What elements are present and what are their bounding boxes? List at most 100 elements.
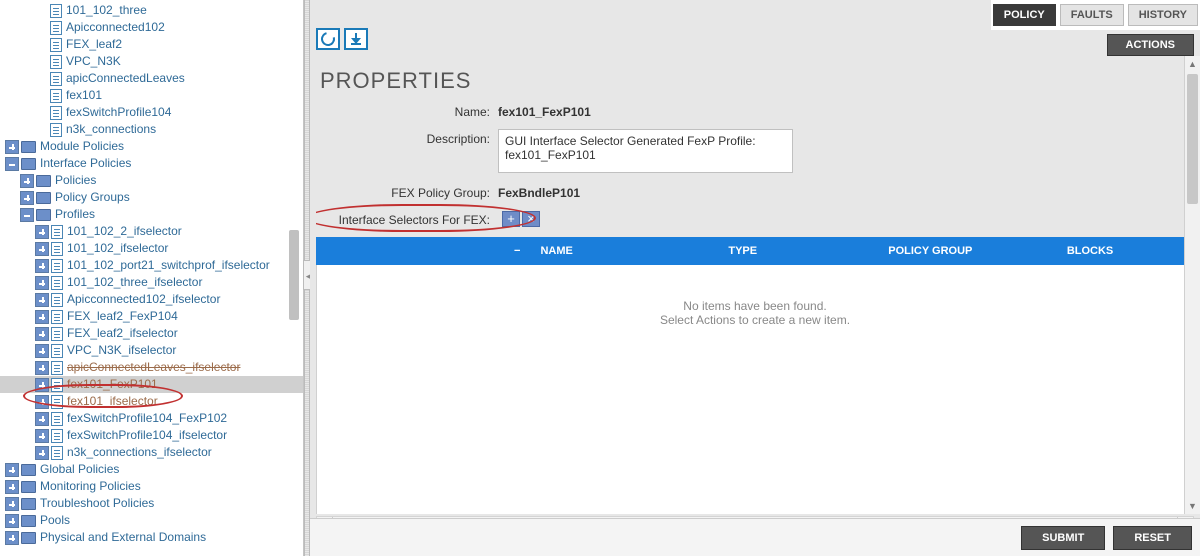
expand-toggle-icon[interactable]	[35, 276, 49, 290]
expand-toggle-icon[interactable]	[5, 514, 19, 528]
actions-button[interactable]: ACTIONS	[1107, 34, 1195, 56]
tree-item[interactable]: 101_102_2_ifselector	[0, 223, 303, 240]
tab-faults[interactable]: FAULTS	[1060, 4, 1124, 26]
tab-policy[interactable]: POLICY	[993, 4, 1056, 26]
tree-item[interactable]: fexSwitchProfile104	[0, 104, 303, 121]
collapse-icon[interactable]: −	[514, 245, 520, 257]
add-selector-button[interactable]: +	[502, 211, 520, 227]
tree-item[interactable]: 101_102_three	[0, 2, 303, 19]
tree-item[interactable]: 101_102_ifselector	[0, 240, 303, 257]
col-name[interactable]: NAME	[526, 245, 714, 257]
expand-toggle-icon[interactable]	[35, 259, 49, 273]
tree-item[interactable]: fex101_ifselector	[0, 393, 303, 410]
expand-toggle-icon[interactable]	[20, 174, 34, 188]
expand-toggle-icon[interactable]	[35, 310, 49, 324]
tree-item[interactable]: Troubleshoot Policies	[0, 495, 303, 512]
tree-item[interactable]: fex101_FexP101	[0, 376, 303, 393]
properties-form: Name: fex101_FexP101 Description: FEX Po…	[316, 102, 1194, 514]
tree-item[interactable]: fexSwitchProfile104_ifselector	[0, 427, 303, 444]
expand-toggle-icon[interactable]	[35, 344, 49, 358]
tree-item[interactable]: fexSwitchProfile104_FexP102	[0, 410, 303, 427]
collapse-toggle-icon[interactable]	[5, 157, 19, 171]
reset-button[interactable]: RESET	[1113, 526, 1192, 550]
tree-item-label: Monitoring Policies	[40, 478, 141, 495]
document-icon	[51, 225, 63, 239]
tree-item[interactable]: apicConnectedLeaves	[0, 70, 303, 87]
sidebar-scrollbar[interactable]	[287, 0, 301, 556]
expand-toggle-icon[interactable]	[5, 497, 19, 511]
tree-item[interactable]: Apicconnected102	[0, 19, 303, 36]
tree-item[interactable]: 101_102_three_ifselector	[0, 274, 303, 291]
grid-empty-line2: Select Actions to create a new item.	[660, 313, 850, 327]
expand-toggle-icon[interactable]	[35, 446, 49, 460]
document-icon	[50, 106, 62, 120]
expand-toggle-icon[interactable]	[5, 140, 19, 154]
tree-item[interactable]: FEX_leaf2_FexP104	[0, 308, 303, 325]
tree-item[interactable]: 101_102_port21_switchprof_ifselector	[0, 257, 303, 274]
tree-item[interactable]: FEX_leaf2	[0, 36, 303, 53]
expand-toggle-icon[interactable]	[35, 429, 49, 443]
scroll-up-icon[interactable]: ▲	[1185, 56, 1200, 72]
document-icon	[50, 55, 62, 69]
expand-toggle-icon[interactable]	[35, 242, 49, 256]
tree-item-label: 101_102_ifselector	[67, 240, 168, 257]
expand-toggle-icon[interactable]	[35, 225, 49, 239]
col-type[interactable]: TYPE	[714, 245, 874, 257]
document-icon	[51, 429, 63, 443]
expand-toggle-icon[interactable]	[35, 361, 49, 375]
tree-item[interactable]: Apicconnected102_ifselector	[0, 291, 303, 308]
expand-toggle-icon[interactable]	[5, 531, 19, 545]
col-blocks[interactable]: BLOCKS	[1053, 245, 1194, 257]
tree-item-label: fexSwitchProfile104	[66, 104, 171, 121]
tree-item[interactable]: Global Policies	[0, 461, 303, 478]
tree-item-label: Apicconnected102	[66, 19, 165, 36]
tree-item[interactable]: Pools	[0, 512, 303, 529]
tree-item[interactable]: Module Policies	[0, 138, 303, 155]
expand-toggle-icon[interactable]	[35, 412, 49, 426]
document-icon	[51, 327, 63, 341]
tree-item[interactable]: Physical and External Domains	[0, 529, 303, 546]
document-icon	[50, 89, 62, 103]
expand-toggle-icon[interactable]	[35, 395, 49, 409]
tree-item[interactable]: Monitoring Policies	[0, 478, 303, 495]
tree-item-label: 101_102_2_ifselector	[67, 223, 182, 240]
tree-item-label: 101_102_three_ifselector	[67, 274, 202, 291]
tree-item[interactable]: n3k_connections	[0, 121, 303, 138]
main-vscrollbar[interactable]: ▲ ▼	[1184, 56, 1200, 514]
tree-item[interactable]: FEX_leaf2_ifselector	[0, 325, 303, 342]
tree-item[interactable]: n3k_connections_ifselector	[0, 444, 303, 461]
tree-item-label: FEX_leaf2_ifselector	[67, 325, 178, 342]
expand-toggle-icon[interactable]	[35, 327, 49, 341]
collapse-toggle-icon[interactable]	[20, 208, 34, 222]
expand-toggle-icon[interactable]	[35, 293, 49, 307]
tree-item-label: fexSwitchProfile104_ifselector	[67, 427, 227, 444]
tree-item-label: apicConnectedLeaves	[66, 70, 185, 87]
remove-selector-button[interactable]: ×	[522, 211, 540, 227]
folder-icon	[36, 175, 51, 187]
tree-item[interactable]: Interface Policies	[0, 155, 303, 172]
document-icon	[51, 378, 63, 392]
tree-item[interactable]: Policy Groups	[0, 189, 303, 206]
expand-toggle-icon[interactable]	[5, 463, 19, 477]
expand-toggle-icon[interactable]	[20, 191, 34, 205]
tree-item[interactable]: VPC_N3K	[0, 53, 303, 70]
scroll-down-icon[interactable]: ▼	[1185, 498, 1200, 514]
expand-toggle-icon[interactable]	[5, 480, 19, 494]
tree-item[interactable]: fex101	[0, 87, 303, 104]
name-label: Name:	[316, 102, 498, 119]
properties-panel: PROPERTIES Name: fex101_FexP101 Descript…	[316, 56, 1194, 514]
tree-item[interactable]: apicConnectedLeaves_ifselector	[0, 359, 303, 376]
tree-item[interactable]: VPC_N3K_ifselector	[0, 342, 303, 359]
refresh-button[interactable]	[316, 28, 340, 50]
tree-item[interactable]: Profiles	[0, 206, 303, 223]
col-policy-group[interactable]: POLICY GROUP	[874, 245, 1053, 257]
document-icon	[51, 395, 63, 409]
tree-item-label: Policies	[55, 172, 96, 189]
download-button[interactable]	[344, 28, 368, 50]
expand-toggle-icon[interactable]	[35, 378, 49, 392]
tree-item[interactable]: Policies	[0, 172, 303, 189]
submit-button[interactable]: SUBMIT	[1021, 526, 1105, 550]
description-input[interactable]	[498, 129, 793, 173]
tab-history[interactable]: HISTORY	[1128, 4, 1198, 26]
vscroll-thumb[interactable]	[1187, 74, 1198, 204]
